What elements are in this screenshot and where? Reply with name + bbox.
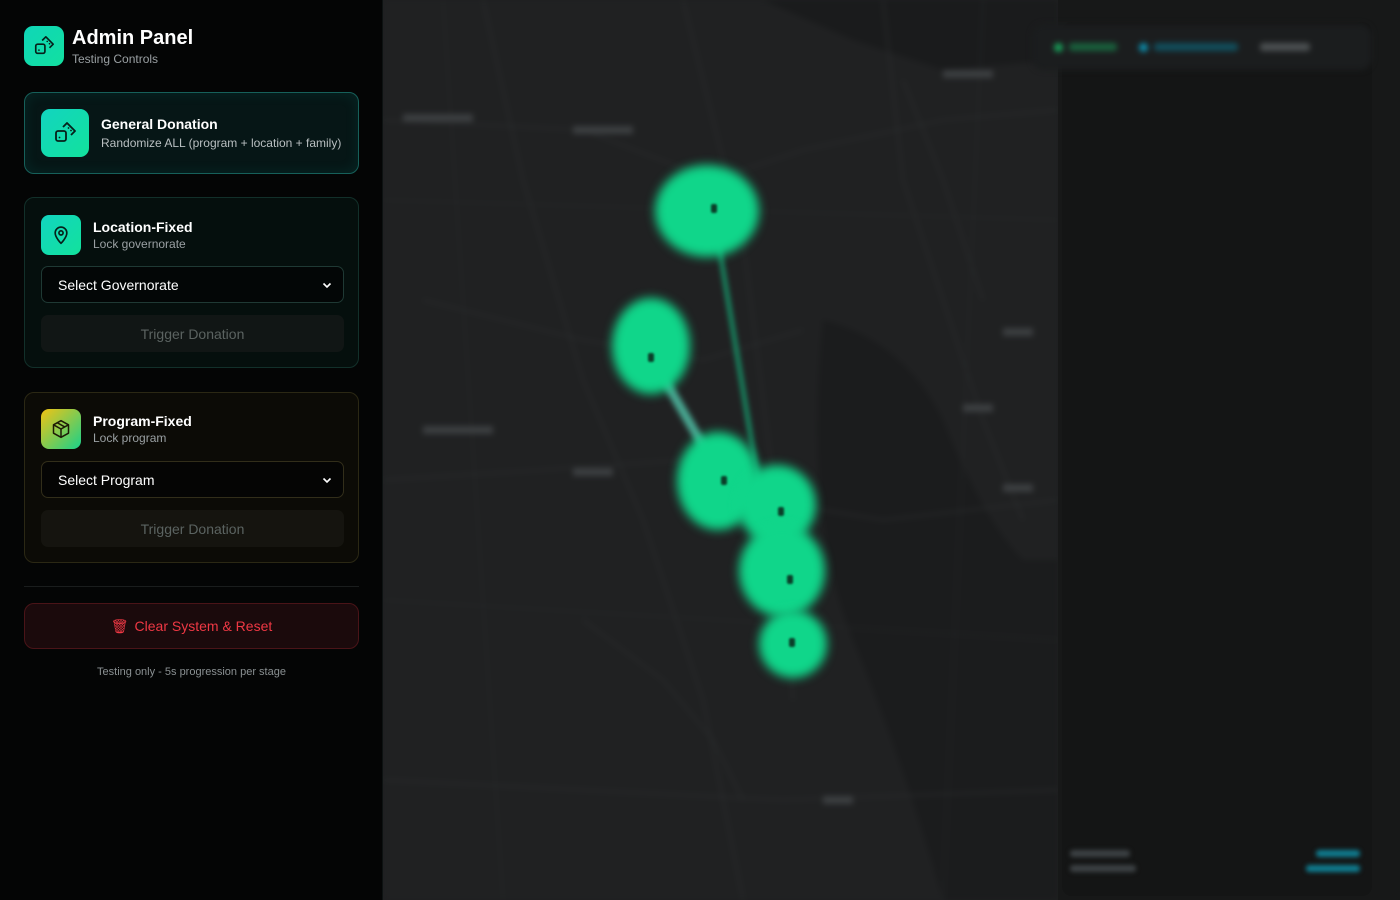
summary-row — [1070, 850, 1360, 857]
general-donation-title: General Donation — [101, 116, 218, 132]
clear-system-reset-button[interactable]: 🗑 Clear System & Reset — [24, 603, 359, 649]
map-marker-icon — [721, 476, 727, 485]
admin-panel: Admin Panel Testing Controls General Don… — [0, 0, 383, 900]
map-marker-icon — [648, 353, 654, 362]
program-trigger-donation-button[interactable]: Trigger Donation — [41, 510, 344, 547]
map-marker-cluster[interactable] — [739, 525, 825, 617]
stat-active — [1054, 42, 1117, 52]
program-fixed-description: Lock program — [93, 431, 167, 445]
stats-bar — [1032, 24, 1372, 70]
panel-subtitle: Testing Controls — [72, 52, 159, 66]
map-view[interactable] — [383, 0, 1058, 900]
governorate-select-value: Select Governorate — [58, 276, 179, 293]
program-fixed-title: Program-Fixed — [93, 413, 192, 429]
panel-header: Admin Panel Testing Controls — [24, 26, 193, 66]
program-fixed-card: Program-Fixed Lock program Select Progra… — [24, 392, 359, 563]
clear-system-reset-label: Clear System & Reset — [134, 618, 273, 634]
chevron-down-icon — [322, 282, 332, 288]
location-trigger-donation-button[interactable]: Trigger Donation — [41, 315, 344, 352]
summary-rows — [1070, 850, 1360, 880]
map-marker-icon — [789, 638, 795, 647]
location-fixed-card: Location-Fixed Lock governorate Select G… — [24, 197, 359, 368]
general-donation-card[interactable]: General Donation Randomize ALL (program … — [24, 92, 359, 174]
location-fixed-title: Location-Fixed — [93, 219, 193, 235]
chevron-down-icon — [322, 477, 332, 483]
stat-total — [1260, 43, 1310, 51]
dice-icon — [24, 26, 64, 66]
package-icon — [41, 409, 81, 449]
dice-icon — [41, 109, 89, 157]
map-marker-cluster[interactable] — [655, 165, 759, 257]
activity-panel-inner — [1062, 22, 1372, 896]
panel-title: Admin Panel — [72, 27, 194, 49]
program-select-value: Select Program — [58, 471, 155, 488]
map-pin-icon — [41, 215, 81, 255]
testing-footnote: Testing only - 5s progression per stage — [97, 666, 286, 678]
location-fixed-description: Lock governorate — [93, 237, 186, 251]
map-marker-icon — [778, 507, 784, 516]
summary-row — [1070, 865, 1360, 872]
general-donation-description: Randomize ALL (program + location + fami… — [101, 136, 342, 150]
map-marker-icon — [787, 575, 793, 584]
map-marker-cluster[interactable] — [612, 298, 690, 394]
trash-icon: 🗑 — [110, 617, 129, 634]
divider — [24, 586, 359, 587]
program-select[interactable]: Select Program — [41, 461, 344, 498]
map-marker-icon — [711, 204, 717, 213]
governorate-select[interactable]: Select Governorate — [41, 266, 344, 303]
stat-completed — [1139, 42, 1238, 52]
